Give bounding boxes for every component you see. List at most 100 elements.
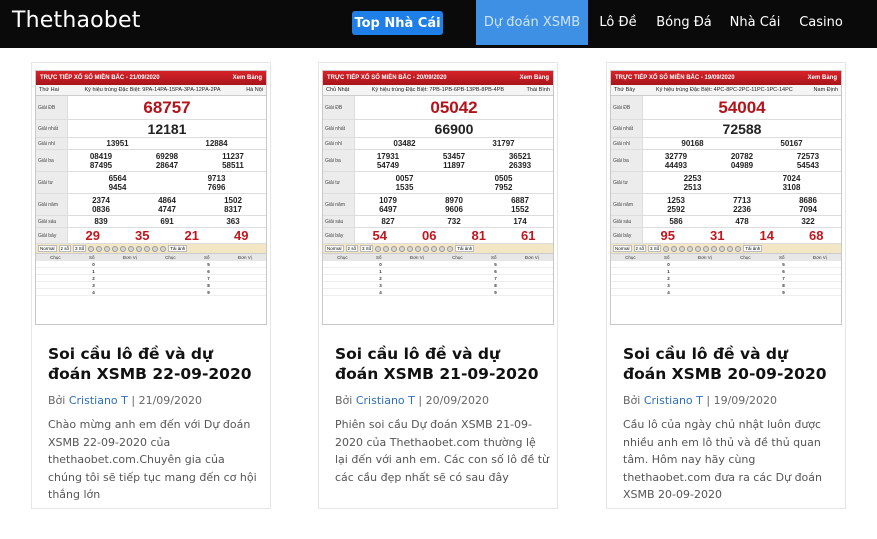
loto-digit: 6 [782, 268, 785, 274]
loto-digit: 3 [92, 282, 95, 288]
prize-number: 04989 [730, 160, 754, 170]
post-card[interactable]: TRỰC TIẾP XỔ SỐ MIỀN BẮC - 19/09/2020 Xem… [606, 62, 846, 509]
loto-digit: 0 [667, 261, 670, 267]
prize-label: Giải năm [36, 194, 68, 215]
author-link[interactable]: Cristiano T [356, 394, 415, 407]
number-ball-icon [128, 245, 135, 252]
toolbar-tag: 3 Số [360, 245, 374, 252]
by-label: Bởi [335, 394, 353, 407]
post-thumbnail[interactable]: TRỰC TIẾP XỔ SỐ MIỀN BẮC - 21/09/2020 Xem… [32, 63, 270, 325]
toolbar-download: Tải ảnh [455, 245, 475, 252]
prize-row: Giải ba 32779 20782 72573 44493 04989 54543 [611, 150, 841, 172]
post-title[interactable]: Soi cầu lô đề và dự đoán XSMB 20-09-2020 [623, 344, 835, 384]
post-title[interactable]: Soi cầu lô đề và dự đoán XSMB 22-09-2020 [48, 344, 260, 384]
loto-header-cell: Đơn Vị [409, 255, 424, 260]
loto-digit: 9 [782, 289, 785, 295]
prize-label: Giải bảy [611, 228, 643, 243]
prize-values: 72588 [643, 120, 841, 137]
prize-number: 87495 [89, 160, 113, 170]
loto-header-cell: Chục [740, 255, 751, 260]
toolbar-tag: Normal [325, 245, 344, 252]
ticket-subheader: Thứ Hai Ký hiệu trúng Đặc Biệt: 9PA-14PA-… [36, 85, 266, 96]
loto-row: 2 [36, 275, 151, 282]
prize-number: 21 [184, 228, 199, 243]
top-nha-cai-button[interactable]: Top Nhà Cái [352, 11, 443, 35]
number-ball-icon [104, 245, 111, 252]
prize-row: Giải ĐB 68757 [36, 96, 266, 120]
nav-item-bong-da[interactable]: Bóng Đá [648, 0, 720, 45]
prize-values: 13951 12884 [68, 138, 266, 149]
prize-row: Giải sáu 827 732 174 [323, 216, 553, 228]
prize-label: Giải năm [611, 194, 643, 215]
loto-header: Chục Số Đơn Vị [36, 254, 151, 261]
loto-row: 9 [438, 289, 553, 296]
loto-digit: 0 [379, 261, 382, 267]
prize-number: 9713 [207, 173, 226, 183]
ticket-header: TRỰC TIẾP XỔ SỐ MIỀN BẮC - 21/09/2020 Xem… [36, 71, 266, 85]
prize-number: 58511 [222, 160, 244, 170]
prize-row: Giải năm 1079 8970 6887 6497 9606 1552 [323, 194, 553, 216]
number-ball-icon [735, 245, 742, 252]
post-date: 19/09/2020 [713, 394, 777, 407]
prize-number: 1253 [667, 195, 685, 205]
loto-header: Chục Số Đơn Vị [323, 254, 438, 261]
number-ball-icon [96, 245, 103, 252]
prize-number: 827 [381, 217, 395, 226]
prize-label: Giải nhất [36, 120, 68, 137]
prize-label: Giải ĐB [36, 96, 68, 119]
nav-item-lo-de[interactable]: Lô Đề [590, 0, 646, 45]
loto-digit: 8 [782, 282, 785, 288]
loto-digit: 4 [92, 289, 95, 295]
post-title[interactable]: Soi cầu lô đề và dự đoán XSMB 21-09-2020 [335, 344, 547, 384]
prize-number: 31797 [492, 139, 515, 148]
number-ball-icon [399, 245, 406, 252]
loto-row: 7 [438, 275, 553, 282]
prize-number: 06 [422, 228, 437, 243]
ticket-region: Hà Nội [246, 87, 263, 93]
loto-row: 0 [611, 261, 726, 268]
prize-row: Giải ĐB 54004 [611, 96, 841, 120]
loto-row: 4 [323, 289, 438, 296]
loto-row: 3 [611, 282, 726, 289]
prize-number: 7024 [782, 173, 801, 183]
loto-header-cell: Chục [452, 255, 463, 260]
prize-number: 12181 [147, 120, 187, 137]
author-link[interactable]: Cristiano T [644, 394, 703, 407]
prize-number: 49 [234, 228, 249, 243]
post-thumbnail[interactable]: TRỰC TIẾP XỔ SỐ MIỀN BẮC - 19/09/2020 Xem… [607, 63, 845, 325]
prize-number: 2513 [683, 182, 702, 192]
author-link[interactable]: Cristiano T [69, 394, 128, 407]
post-thumbnail[interactable]: TRỰC TIẾP XỔ SỐ MIỀN BẮC - 20/09/2020 Xem… [319, 63, 557, 325]
number-ball-icon [88, 245, 95, 252]
loto-digit: 5 [782, 261, 785, 267]
loto-column: Chục Số Đơn Vị 5 6 7 8 9 [726, 254, 841, 296]
ticket-day: Thứ Bảy [614, 87, 636, 93]
nav-item-nha-cai[interactable]: Nhà Cái [722, 0, 788, 45]
loto-digit: 7 [207, 275, 210, 281]
loto-digit: 2 [92, 275, 95, 281]
prize-row: Giải nhất 12181 [36, 120, 266, 138]
prize-label: Giải ĐB [323, 96, 355, 119]
ticket-header: TRỰC TIẾP XỔ SỐ MIỀN BẮC - 19/09/2020 Xem… [611, 71, 841, 85]
loto-digit: 8 [207, 282, 210, 288]
prize-number: 29 [85, 228, 100, 243]
prize-values: 32779 20782 72573 44493 04989 54543 [643, 150, 841, 171]
prize-row: Giải tư 6564 9713 9454 7696 [36, 172, 266, 194]
ticket-toolbar: Normal 2 số 3 Số Tải ảnh [611, 244, 841, 254]
post-card[interactable]: TRỰC TIẾP XỔ SỐ MIỀN BẮC - 20/09/2020 Xem… [318, 62, 558, 509]
prize-values: 05042 [355, 96, 553, 119]
nav-item-casino[interactable]: Casino [790, 0, 852, 45]
prize-row: Giải ba 17931 53457 36521 54749 11897 26393 [323, 150, 553, 172]
ticket-toolbar: Normal 2 số 3 Số Tải ảnh [323, 244, 553, 254]
nav-item-du-doan-xsmb[interactable]: Dự đoán XSMB [476, 0, 588, 45]
prize-label: Giải tư [611, 172, 643, 193]
prize-values: 54 06 81 61 [355, 228, 553, 243]
post-card[interactable]: TRỰC TIẾP XỔ SỐ MIỀN BẮC - 21/09/2020 Xem… [31, 62, 271, 509]
number-ball-icon [415, 245, 422, 252]
number-ball-icon [144, 245, 151, 252]
toolbar-download: Tải ảnh [168, 245, 188, 252]
site-logo[interactable]: Thethaobet [12, 8, 141, 33]
prize-number: 72573 [796, 151, 820, 161]
prize-label: Giải nhất [323, 120, 355, 137]
prize-number: 44493 [664, 160, 688, 170]
